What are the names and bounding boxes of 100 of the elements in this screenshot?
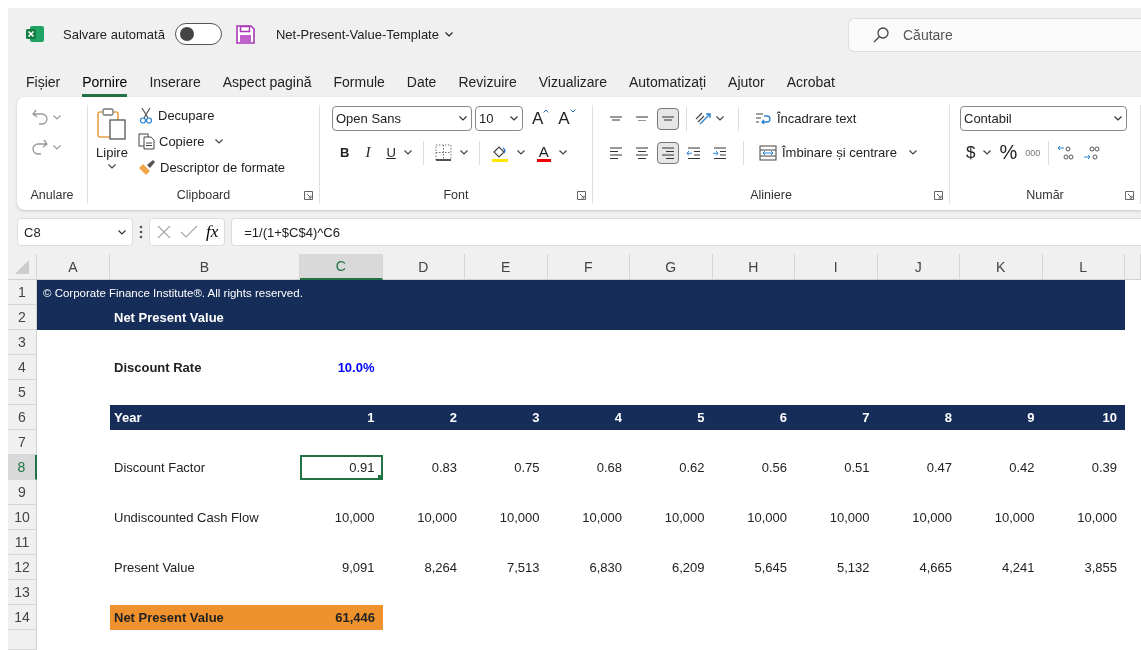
row-header[interactable]: 6 xyxy=(8,405,37,430)
redo-button[interactable] xyxy=(31,138,61,156)
dialog-launcher-icon[interactable] xyxy=(304,190,313,200)
menu-tab[interactable]: Automatizați xyxy=(629,74,707,97)
column-header[interactable]: B xyxy=(110,254,300,280)
column-header[interactable]: G xyxy=(630,254,713,280)
format-painter-button[interactable]: Descriptor de formate xyxy=(138,159,285,176)
align-top-icon xyxy=(608,116,624,121)
row-header[interactable]: 11 xyxy=(8,530,37,555)
column-header[interactable]: J xyxy=(877,254,960,280)
search-field[interactable]: Căutare xyxy=(901,26,1105,44)
font-name-dropdown[interactable]: Open Sans xyxy=(332,106,472,131)
row-label: Discount Factor xyxy=(113,459,207,477)
row-label: Undiscounted Cash Flow xyxy=(113,509,260,527)
row-header[interactable]: 14 xyxy=(8,605,37,630)
search-icon xyxy=(873,27,889,43)
check-icon[interactable] xyxy=(180,225,198,239)
paste-button[interactable]: Lipire xyxy=(96,105,128,186)
file-name-button[interactable]: Net-Present-Value-Template xyxy=(275,26,453,42)
align-center-icon xyxy=(634,144,650,161)
menu-tab[interactable]: Formule xyxy=(333,74,385,97)
autosave-label: Salvare automată xyxy=(63,26,165,42)
font-color-button[interactable]: A xyxy=(536,143,551,162)
merge-and-center-button[interactable]: Îmbinare și centrare xyxy=(759,144,897,161)
column-header[interactable]: C xyxy=(300,254,383,280)
dialog-launcher-icon[interactable] xyxy=(577,190,586,200)
table-cell-text: 10,000 xyxy=(663,509,706,527)
column-header[interactable]: I xyxy=(795,254,878,280)
underline-button[interactable]: U xyxy=(386,145,396,160)
decrease-decimal-icon[interactable] xyxy=(1083,143,1102,162)
save-icon[interactable] xyxy=(235,24,255,44)
thousands-separator-button[interactable]: 000 xyxy=(1025,147,1041,158)
merge-cells-icon xyxy=(759,144,777,161)
total-value: 61,446 xyxy=(334,609,376,627)
row-header[interactable]: 3 xyxy=(8,330,37,355)
number-format-dropdown[interactable]: Contabil xyxy=(960,106,1127,131)
formula-field[interactable]: =1/(1+$C$4)^C6 xyxy=(231,218,1141,246)
row-header[interactable]: 4 xyxy=(8,355,37,380)
group-label: Clipboard xyxy=(176,188,231,202)
copy-button[interactable]: Copiere xyxy=(138,133,205,150)
align-right-button[interactable] xyxy=(657,141,679,164)
search-box[interactable]: Căutare xyxy=(848,18,1141,52)
bold-button[interactable]: B xyxy=(340,145,350,160)
table-cell-text: 10,000 xyxy=(746,509,788,527)
table-cell-text: 6,209 xyxy=(670,559,706,577)
menu-tab[interactable]: Ajutor xyxy=(728,74,765,97)
dialog-launcher-icon[interactable] xyxy=(1125,190,1134,200)
wrap-text-button[interactable]: Încadrare text xyxy=(754,109,857,128)
insert-function-button[interactable]: fx xyxy=(206,222,219,242)
row-header[interactable]: 13 xyxy=(8,580,37,605)
row-header[interactable]: 8 xyxy=(8,455,37,480)
column-heading: 7 xyxy=(861,409,871,427)
row-header[interactable]: 10 xyxy=(8,505,37,530)
paintbrush-icon xyxy=(138,159,156,176)
row-header[interactable]: 1 xyxy=(8,280,37,305)
row-header[interactable]: 7 xyxy=(8,430,37,455)
menu-tab[interactable]: Fișier xyxy=(26,74,61,97)
autosave-toggle[interactable] xyxy=(174,23,222,45)
row-header[interactable]: 2 xyxy=(8,305,37,330)
table-cell-text: 0.42 xyxy=(1008,459,1036,477)
italic-button[interactable]: I xyxy=(365,144,371,161)
table-cell-text: 7,513 xyxy=(505,559,541,577)
increase-decimal-icon[interactable] xyxy=(1057,143,1076,162)
cut-button[interactable]: Decupare xyxy=(138,107,285,124)
undo-icon xyxy=(31,108,49,126)
column-header[interactable]: A xyxy=(37,254,110,280)
column-header[interactable]: F xyxy=(547,254,630,280)
column-header[interactable]: E xyxy=(465,254,548,280)
align-right-icon xyxy=(660,144,676,161)
row-header[interactable]: 9 xyxy=(8,480,37,505)
column-header[interactable]: H xyxy=(712,254,795,280)
percent-button[interactable]: % xyxy=(999,141,1018,164)
borders-icon[interactable] xyxy=(434,144,452,161)
align-left-icon xyxy=(608,144,624,161)
menu-tab[interactable]: Revizuire xyxy=(458,74,517,97)
menu-tab[interactable]: Vizualizare xyxy=(538,74,607,97)
row-header[interactable]: 5 xyxy=(8,380,37,405)
column-header[interactable]: L xyxy=(1042,254,1125,280)
column-header[interactable]: K xyxy=(960,254,1043,280)
menu-tab[interactable]: Date xyxy=(406,74,437,97)
align-bottom-button[interactable] xyxy=(657,107,679,130)
menu-tab[interactable]: Inserare xyxy=(149,74,201,97)
currency-button[interactable]: $ xyxy=(966,142,976,163)
font-size-dropdown[interactable]: 10 xyxy=(475,106,523,131)
name-box[interactable]: C8 xyxy=(17,218,133,246)
more-options-icon[interactable] xyxy=(139,225,143,239)
table-cell-text: 0.83 xyxy=(430,459,458,477)
row-header[interactable]: 12 xyxy=(8,555,37,580)
spreadsheet-app-icon[interactable] xyxy=(25,24,45,44)
column-header[interactable]: D xyxy=(382,254,465,280)
menu-tab[interactable]: Aspect pagină xyxy=(222,74,312,97)
menu-tab[interactable]: Acrobat xyxy=(786,74,835,97)
align-middle-icon xyxy=(634,116,650,121)
increase-font-size-button[interactable]: A xyxy=(532,108,550,129)
sheet-title: Net Present Value xyxy=(114,310,224,325)
decrease-font-size-button[interactable]: A xyxy=(558,108,576,129)
dialog-launcher-icon[interactable] xyxy=(934,190,943,200)
undo-button[interactable] xyxy=(31,108,61,126)
table-cell-text: 0.56 xyxy=(760,459,788,477)
column-heading: 5 xyxy=(696,409,706,427)
